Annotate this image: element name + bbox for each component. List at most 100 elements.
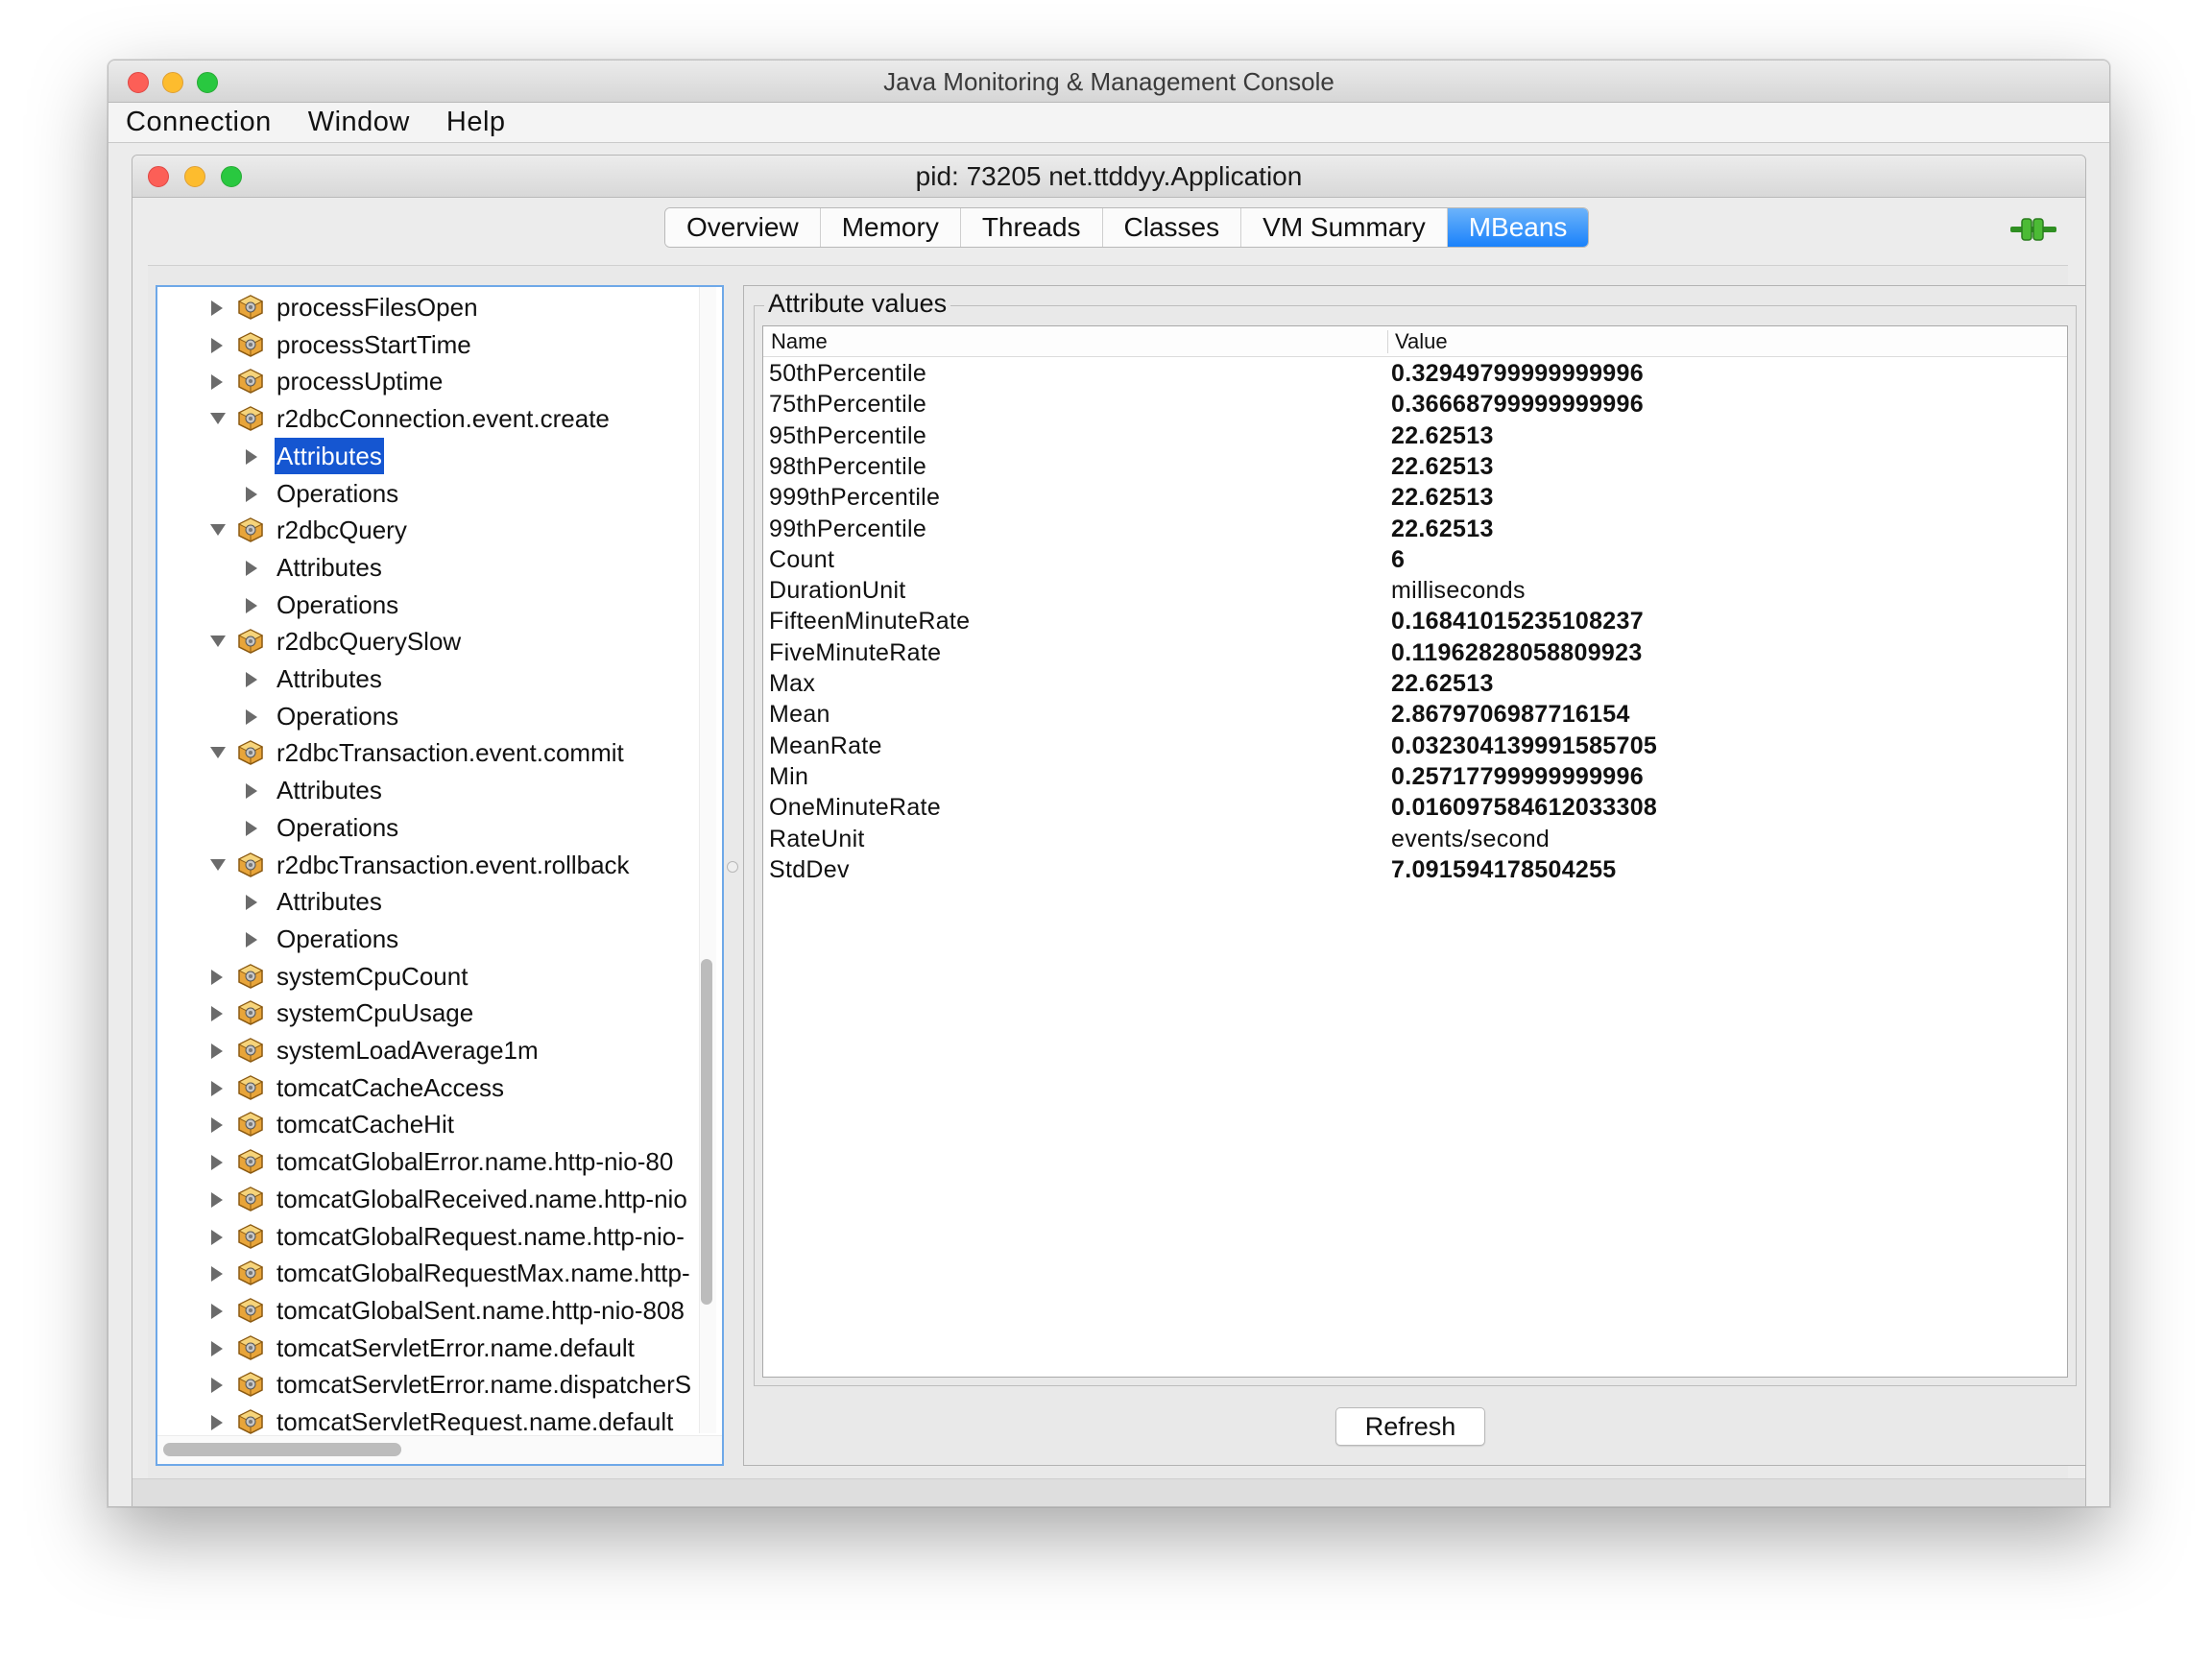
tab-threads[interactable]: Threads (960, 208, 1103, 247)
attribute-table[interactable]: Name Value 50thPercentile 0.3294979999999… (762, 325, 2068, 1378)
expanded-arrow-icon[interactable] (207, 400, 227, 437)
collapsed-arrow-icon[interactable] (207, 1106, 227, 1142)
collapsed-arrow-icon[interactable] (207, 289, 227, 325)
table-row[interactable]: FiveMinuteRate 0.11962828058809923 (763, 637, 2067, 668)
tree-node[interactable]: tomcatGlobalRequest.name.http-nio- (157, 1218, 693, 1255)
collapsed-arrow-icon[interactable] (242, 549, 261, 586)
tree-vertical-scroll-thumb[interactable] (701, 959, 712, 1305)
collapsed-arrow-icon[interactable] (242, 883, 261, 920)
expanded-arrow-icon[interactable] (207, 734, 227, 771)
tree-node[interactable]: tomcatServletError.name.dispatcherS (157, 1366, 693, 1403)
attribute-value-cell[interactable]: 0.032304139991585705 (1391, 731, 1657, 761)
menu-window[interactable]: Window (308, 107, 410, 138)
collapsed-arrow-icon[interactable] (207, 363, 227, 399)
expanded-arrow-icon[interactable] (207, 512, 227, 548)
tree-node[interactable]: tomcatGlobalReceived.name.http-nio (157, 1181, 693, 1217)
tree-child-node[interactable]: Operations (157, 921, 693, 957)
table-row[interactable]: Count 6 (763, 544, 2067, 575)
collapsed-arrow-icon[interactable] (207, 1069, 227, 1106)
table-row[interactable]: DurationUnit milliseconds (763, 575, 2067, 606)
table-row[interactable]: 999thPercentile 22.62513 (763, 482, 2067, 513)
tree-node[interactable]: processFilesOpen (157, 289, 693, 325)
table-row[interactable]: 95thPercentile 22.62513 (763, 420, 2067, 451)
tree-node[interactable]: systemCpuCount (157, 958, 693, 995)
mbean-tree[interactable]: processFilesOpen processStartTime processU… (156, 285, 724, 1466)
attribute-value-cell[interactable]: 0.016097584612033308 (1391, 792, 1657, 823)
attribute-value-cell[interactable]: 0.25717799999999996 (1391, 761, 1644, 792)
tree-node[interactable]: tomcatCacheAccess (157, 1069, 693, 1106)
attribute-value-cell[interactable]: 22.62513 (1391, 482, 1494, 513)
column-header-value[interactable]: Value (1395, 326, 1448, 357)
collapsed-arrow-icon[interactable] (207, 1255, 227, 1291)
refresh-button[interactable]: Refresh (1335, 1407, 1485, 1446)
table-row[interactable]: RateUnit events/second (763, 824, 2067, 854)
collapsed-arrow-icon[interactable] (242, 698, 261, 734)
tree-node[interactable]: r2dbcQuery (157, 512, 693, 548)
collapsed-arrow-icon[interactable] (207, 1292, 227, 1329)
tree-node[interactable]: r2dbcTransaction.event.rollback (157, 847, 693, 883)
expanded-arrow-icon[interactable] (207, 847, 227, 883)
tree-node[interactable]: r2dbcQuerySlow (157, 623, 693, 660)
attribute-value-cell[interactable]: 0.16841015235108237 (1391, 606, 1644, 636)
collapsed-arrow-icon[interactable] (242, 475, 261, 512)
tree-node[interactable]: tomcatServletError.name.default (157, 1330, 693, 1366)
table-row[interactable]: FifteenMinuteRate 0.16841015235108237 (763, 606, 2067, 636)
tree-node[interactable]: systemCpuUsage (157, 995, 693, 1031)
tree-child-node[interactable]: Operations (157, 475, 693, 512)
minimize-connection-icon[interactable] (184, 166, 205, 187)
attribute-value-cell[interactable]: 0.32949799999999996 (1391, 358, 1644, 389)
tree-node[interactable]: r2dbcTransaction.event.commit (157, 734, 693, 771)
connection-status-icon[interactable] (2010, 217, 2056, 242)
tree-node[interactable]: processStartTime (157, 326, 693, 363)
collapsed-arrow-icon[interactable] (242, 587, 261, 623)
collapsed-arrow-icon[interactable] (207, 1330, 227, 1366)
table-row[interactable]: 75thPercentile 0.36668799999999996 (763, 389, 2067, 420)
menu-connection[interactable]: Connection (126, 107, 272, 138)
minimize-window-icon[interactable] (162, 72, 183, 93)
column-divider[interactable] (1387, 330, 1388, 353)
close-connection-icon[interactable] (148, 166, 169, 187)
table-row[interactable]: Max 22.62513 (763, 668, 2067, 699)
column-header-name[interactable]: Name (771, 326, 828, 357)
table-row[interactable]: 99thPercentile 22.62513 (763, 514, 2067, 544)
tree-child-node[interactable]: Operations (157, 698, 693, 734)
tree-child-node[interactable]: Attributes (157, 437, 693, 474)
attribute-value-cell[interactable]: 22.62513 (1391, 420, 1494, 451)
tree-horizontal-scroll-thumb[interactable] (163, 1443, 401, 1456)
table-row[interactable]: 98thPercentile 22.62513 (763, 451, 2067, 482)
tree-horizontal-scrollbar[interactable] (157, 1435, 722, 1464)
attribute-value-cell[interactable]: 22.62513 (1391, 668, 1494, 699)
attribute-value-cell[interactable]: 6 (1391, 544, 1405, 575)
tree-node[interactable]: tomcatServletRequest.name.default (157, 1403, 693, 1435)
tab-vm-summary[interactable]: VM Summary (1241, 208, 1448, 247)
attribute-value-cell[interactable]: 22.62513 (1391, 451, 1494, 482)
attribute-value-cell[interactable]: 2.8679706987716154 (1391, 699, 1630, 730)
attribute-value-cell[interactable]: 7.091594178504255 (1391, 854, 1617, 885)
attribute-value-cell[interactable]: 22.62513 (1391, 514, 1494, 544)
split-pane-divider[interactable] (727, 861, 738, 873)
tab-overview[interactable]: Overview (665, 208, 821, 247)
collapsed-arrow-icon[interactable] (207, 1143, 227, 1180)
collapsed-arrow-icon[interactable] (207, 1403, 227, 1435)
tree-child-node[interactable]: Operations (157, 809, 693, 846)
table-row[interactable]: Min 0.25717799999999996 (763, 761, 2067, 792)
main-titlebar[interactable]: Java Monitoring & Management Console (108, 60, 2109, 103)
collapsed-arrow-icon[interactable] (242, 921, 261, 957)
tree-node[interactable]: r2dbcConnection.event.create (157, 400, 693, 437)
zoom-window-icon[interactable] (197, 72, 218, 93)
expanded-arrow-icon[interactable] (207, 623, 227, 660)
collapsed-arrow-icon[interactable] (207, 1366, 227, 1403)
collapsed-arrow-icon[interactable] (207, 995, 227, 1031)
tab-memory[interactable]: Memory (820, 208, 961, 247)
tree-node[interactable]: tomcatGlobalRequestMax.name.http- (157, 1255, 693, 1291)
connection-titlebar[interactable]: pid: 73205 net.ttddyy.Application (132, 156, 2085, 198)
tree-child-node[interactable]: Attributes (157, 660, 693, 697)
attribute-value-cell[interactable]: events/second (1391, 824, 1550, 854)
tree-node[interactable]: processUptime (157, 363, 693, 399)
tree-node[interactable]: tomcatGlobalError.name.http-nio-80 (157, 1143, 693, 1180)
collapsed-arrow-icon[interactable] (207, 1218, 227, 1255)
table-row[interactable]: MeanRate 0.032304139991585705 (763, 731, 2067, 761)
table-row[interactable]: StdDev 7.091594178504255 (763, 854, 2067, 885)
attribute-value-cell[interactable]: milliseconds (1391, 575, 1526, 606)
collapsed-arrow-icon[interactable] (207, 1181, 227, 1217)
